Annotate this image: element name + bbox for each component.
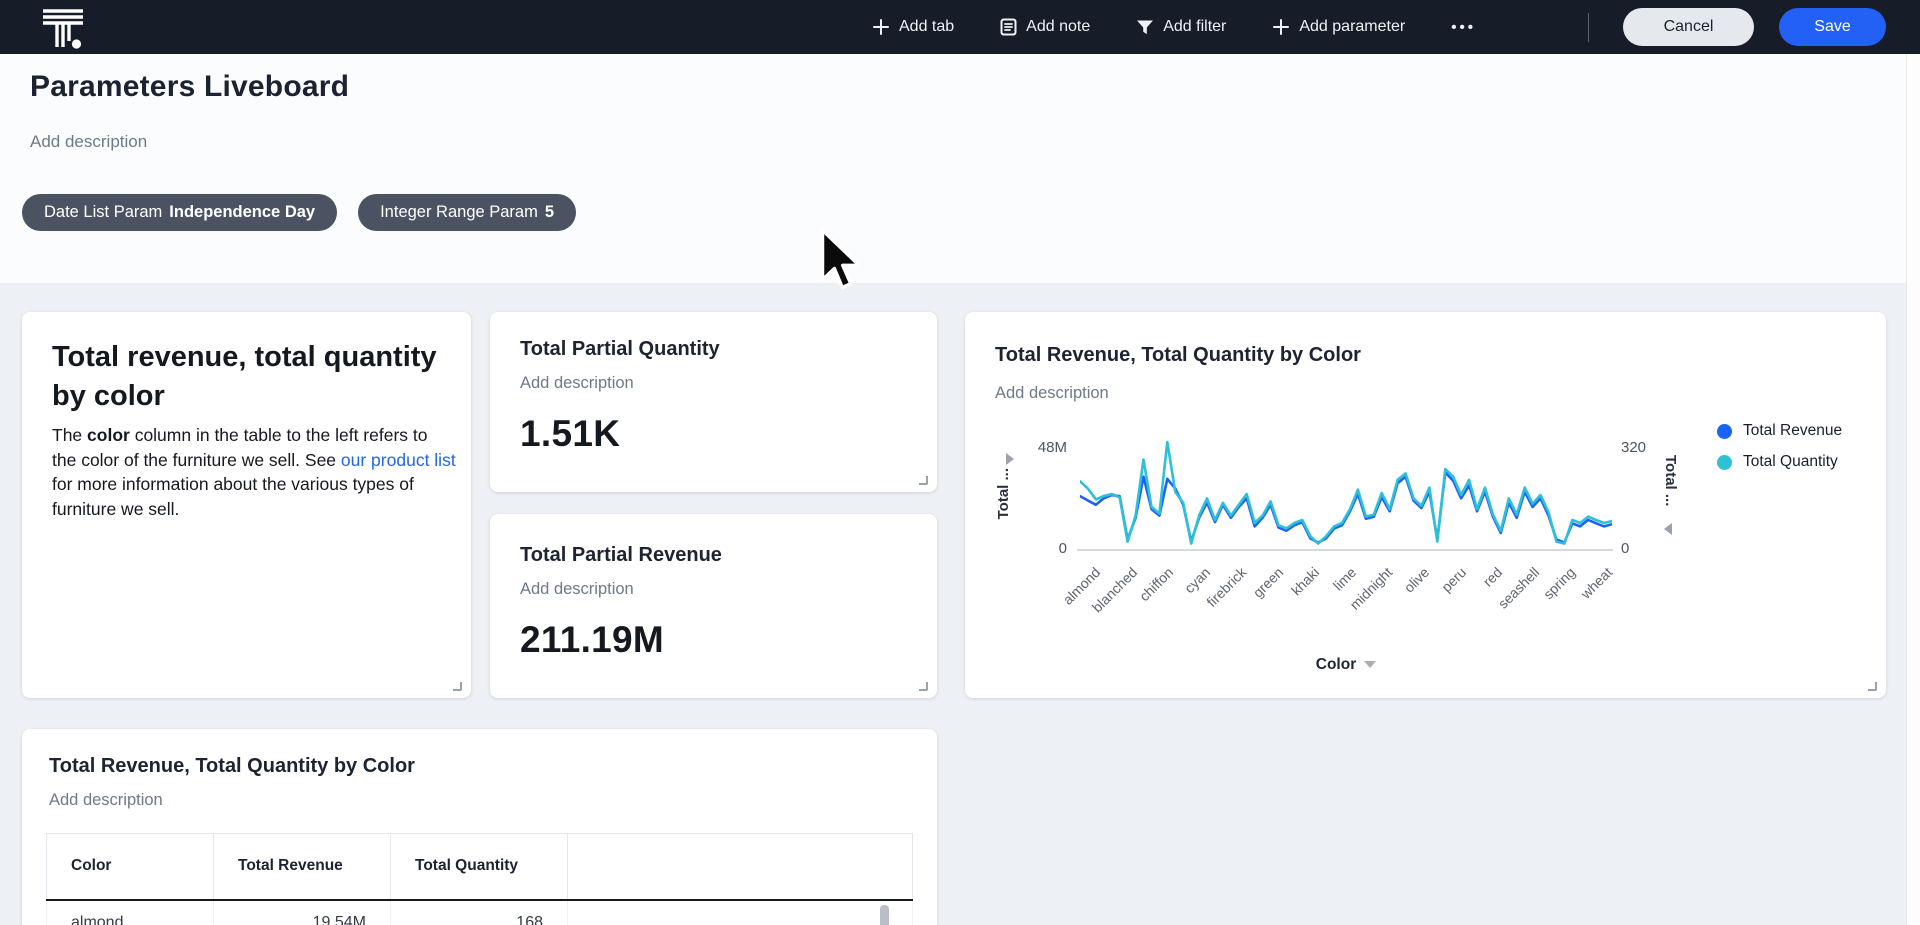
- resize-handle[interactable]: [919, 476, 928, 485]
- resize-handle[interactable]: [453, 682, 462, 691]
- note-icon: [1000, 18, 1017, 36]
- tile-description-placeholder[interactable]: Add description: [995, 384, 1109, 403]
- x-axis-line: [1077, 549, 1613, 551]
- y-axis-right-min-tick: 0: [1621, 540, 1671, 557]
- product-list-link[interactable]: our product list: [341, 450, 456, 470]
- parameter-name: Date List Param: [44, 203, 162, 222]
- add-note-button[interactable]: Add note: [1000, 18, 1090, 36]
- note-text-bold: color: [87, 425, 130, 445]
- save-button[interactable]: Save: [1779, 8, 1886, 46]
- tile-title: Total Revenue, Total Quantity by Color: [49, 755, 910, 778]
- kpi-tile-total-partial-revenue: Total Partial Revenue Add description 21…: [490, 514, 937, 698]
- liveboard-header: Parameters Liveboard Add description Dat…: [0, 54, 1906, 283]
- nav-item-label: Add tab: [899, 18, 954, 36]
- legend-item-total-revenue[interactable]: Total Revenue: [1717, 422, 1842, 440]
- nav-item-label: Add parameter: [1299, 18, 1405, 36]
- tile-description-placeholder[interactable]: Add description: [49, 791, 910, 810]
- table-cell: 19.54M: [214, 900, 391, 925]
- add-filter-button[interactable]: Add filter: [1136, 18, 1226, 36]
- legend-label: Total Quantity: [1743, 453, 1838, 471]
- y-axis-left-max-tick: 48M: [1005, 439, 1067, 456]
- legend-dot-icon: [1717, 424, 1732, 439]
- nav-item-label: Add note: [1026, 18, 1090, 36]
- add-tab-button[interactable]: Add tab: [872, 18, 954, 36]
- data-table: ColorTotal RevenueTotal Quantity almond1…: [46, 833, 913, 925]
- expand-left-axis-icon[interactable]: [1006, 453, 1014, 465]
- y-axis-right-label: Total ...: [1662, 455, 1679, 506]
- tile-title: Total Revenue, Total Quantity by Color: [995, 344, 1361, 367]
- legend-dot-icon: [1717, 455, 1732, 470]
- chart-legend: Total Revenue Total Quantity: [1717, 422, 1842, 471]
- table-scrollbar[interactable]: [880, 905, 889, 925]
- page-scrollbar[interactable]: [1906, 54, 1920, 925]
- more-options-button[interactable]: •••: [1451, 19, 1476, 36]
- note-tile: Total revenue, total quantity by color T…: [22, 312, 471, 698]
- plus-icon: [872, 18, 890, 36]
- parameter-chip-integer-range-param[interactable]: Integer Range Param 5: [358, 194, 576, 231]
- tile-description-placeholder[interactable]: Add description: [520, 374, 907, 393]
- table-row: almond19.54M168: [47, 900, 913, 925]
- parameter-name: Integer Range Param: [380, 203, 538, 222]
- y-axis-left-label: Total ...: [995, 468, 1012, 519]
- parameter-value: Independence Day: [169, 203, 315, 222]
- add-parameter-button[interactable]: Add parameter: [1272, 18, 1405, 36]
- note-tile-title: Total revenue, total quantity by color: [52, 338, 441, 416]
- chart-tile: Total Revenue, Total Quantity by Color A…: [965, 312, 1886, 698]
- table-tile: Total Revenue, Total Quantity by Color A…: [22, 729, 937, 925]
- note-text: The: [52, 425, 87, 445]
- navbar-actions: Add tab Add note Add filter Add parameter ••…: [872, 0, 1476, 54]
- x-axis-label: Color: [1316, 656, 1356, 673]
- kpi-value: 211.19M: [520, 619, 907, 661]
- resize-handle[interactable]: [919, 682, 928, 691]
- table-column-header[interactable]: Total Quantity: [391, 834, 568, 900]
- parameter-chip-date-list-param[interactable]: Date List Param Independence Day: [22, 194, 337, 231]
- tile-title: Total Partial Revenue: [520, 544, 907, 567]
- plus-icon: [1272, 18, 1290, 36]
- legend-label: Total Revenue: [1743, 422, 1842, 440]
- x-axis-column-selector[interactable]: Color: [1080, 656, 1612, 674]
- note-text: for more information about the various t…: [52, 474, 414, 519]
- legend-item-total-quantity[interactable]: Total Quantity: [1717, 453, 1842, 471]
- line-chart-plot[interactable]: [1080, 437, 1612, 550]
- navbar-divider: [1588, 13, 1589, 42]
- top-navbar: Add tab Add note Add filter Add parameter ••…: [0, 0, 1920, 54]
- table-cell: 168: [391, 900, 568, 925]
- table-column-header[interactable]: Total Revenue: [214, 834, 391, 900]
- table-cell: almond: [47, 900, 214, 925]
- total-quantity-line: [1080, 442, 1612, 544]
- resize-handle[interactable]: [1868, 682, 1877, 691]
- note-tile-body: The color column in the table to the lef…: [52, 423, 456, 521]
- table-column-header[interactable]: [568, 834, 913, 900]
- tile-title: Total Partial Quantity: [520, 338, 907, 361]
- y-axis-left-min-tick: 0: [1005, 540, 1067, 557]
- liveboard-description-placeholder[interactable]: Add description: [30, 132, 147, 152]
- parameter-chips: Date List Param Independence Day Integer R…: [22, 194, 576, 231]
- collapse-right-axis-icon[interactable]: [1664, 523, 1672, 535]
- liveboard-canvas: Total revenue, total quantity by color T…: [0, 283, 1906, 925]
- kpi-value: 1.51K: [520, 413, 907, 455]
- thoughtspot-logo-icon[interactable]: [40, 7, 86, 49]
- y-axis-right-max-tick: 320: [1621, 439, 1671, 456]
- tile-description-placeholder[interactable]: Add description: [520, 580, 907, 599]
- page-title: Parameters Liveboard: [30, 70, 349, 104]
- kpi-tile-total-partial-quantity: Total Partial Quantity Add description 1…: [490, 312, 937, 492]
- cancel-button[interactable]: Cancel: [1623, 8, 1754, 46]
- table-column-header[interactable]: Color: [47, 834, 214, 900]
- parameter-value: 5: [545, 203, 554, 222]
- table-cell: [568, 900, 913, 925]
- nav-item-label: Add filter: [1163, 18, 1226, 36]
- chevron-down-icon: [1364, 661, 1376, 668]
- filter-icon: [1136, 19, 1154, 36]
